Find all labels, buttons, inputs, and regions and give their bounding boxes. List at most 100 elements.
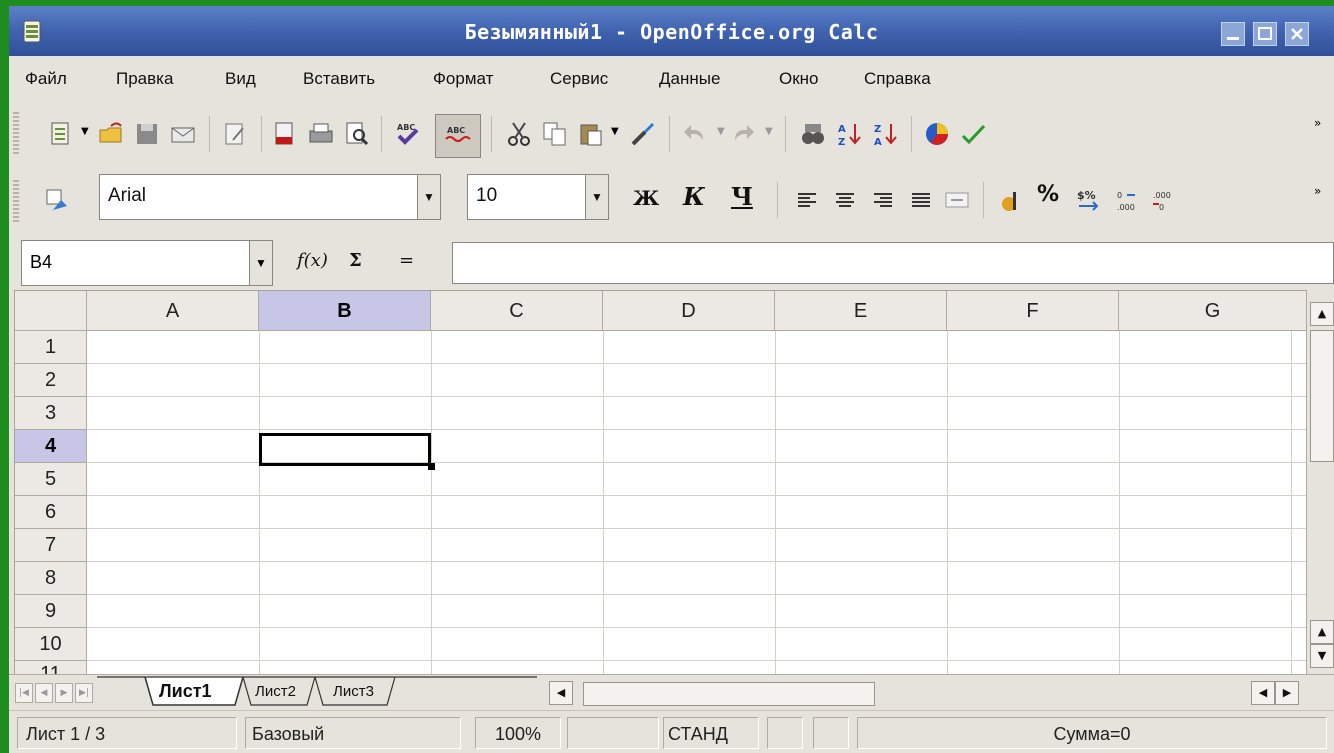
sum-button[interactable]: Σ: [349, 250, 362, 271]
menu-edit[interactable]: Правка: [116, 69, 173, 89]
save-icon[interactable]: [133, 120, 161, 148]
navigator-icon[interactable]: [799, 120, 827, 148]
row-header-5[interactable]: 5: [15, 463, 87, 496]
menu-tools[interactable]: Сервис: [550, 69, 608, 89]
underline-button[interactable]: Ч: [731, 182, 753, 211]
chart-icon[interactable]: [923, 120, 951, 148]
close-button[interactable]: [1285, 22, 1309, 46]
chevron-down-icon[interactable]: ▼: [249, 241, 272, 285]
row-header-7[interactable]: 7: [15, 529, 87, 562]
maximize-button[interactable]: [1253, 22, 1277, 46]
standard-format-icon[interactable]: $%: [1075, 186, 1103, 214]
status-zoom[interactable]: 100%: [475, 717, 561, 749]
row-header-10[interactable]: 10: [15, 628, 87, 661]
paste-icon[interactable]: [577, 120, 605, 148]
currency-format-icon[interactable]: [997, 186, 1025, 214]
merge-cells-icon[interactable]: [943, 186, 971, 214]
fill-handle[interactable]: [428, 463, 435, 470]
select-all-corner[interactable]: [15, 291, 87, 331]
spellcheck-icon[interactable]: ABC: [393, 120, 421, 148]
scroll-left-button[interactable]: ◀: [1251, 681, 1275, 705]
chevron-down-icon[interactable]: ▼: [585, 175, 608, 219]
toolbar-grip[interactable]: [13, 112, 19, 156]
row-header-11[interactable]: 11: [15, 661, 87, 675]
more-options-icon[interactable]: »: [1314, 184, 1321, 198]
menu-window[interactable]: Окно: [779, 69, 819, 89]
spreadsheet-grid[interactable]: A B C D E F G 1 2 3 4 5 6 7 8 9 10 11: [14, 290, 1307, 675]
menu-view[interactable]: Вид: [225, 69, 256, 89]
column-header-g[interactable]: G: [1119, 291, 1307, 331]
align-right-icon[interactable]: [869, 186, 897, 214]
next-sheet-button[interactable]: ▶: [55, 683, 73, 703]
first-sheet-button[interactable]: |◀: [15, 683, 33, 703]
edit-file-icon[interactable]: [221, 120, 249, 148]
redo-icon[interactable]: [729, 120, 757, 148]
autospellcheck-toggle[interactable]: ABC: [435, 114, 481, 158]
styles-icon[interactable]: [43, 186, 71, 214]
column-header-b[interactable]: B: [259, 291, 431, 331]
scroll-right-button[interactable]: ▶: [1275, 681, 1299, 705]
formula-input[interactable]: [452, 242, 1334, 284]
last-sheet-button[interactable]: ▶|: [75, 683, 93, 703]
scroll-up-button[interactable]: ▲: [1310, 620, 1334, 644]
undo-icon[interactable]: [681, 120, 709, 148]
print-preview-icon[interactable]: [343, 120, 371, 148]
open-folder-icon[interactable]: [97, 120, 125, 148]
active-cell-b4[interactable]: [259, 433, 435, 470]
toolbar-grip[interactable]: [13, 180, 19, 222]
column-header-d[interactable]: D: [603, 291, 775, 331]
function-button[interactable]: =: [399, 250, 414, 271]
column-header-f[interactable]: F: [947, 291, 1119, 331]
vertical-scrollbar[interactable]: ▲ ▲ ▼: [1306, 290, 1334, 674]
format-paintbrush-icon[interactable]: [629, 120, 657, 148]
draw-functions-icon[interactable]: [959, 120, 987, 148]
row-header-3[interactable]: 3: [15, 397, 87, 430]
row-header-9[interactable]: 9: [15, 595, 87, 628]
horizontal-scroll-thumb[interactable]: [583, 682, 875, 706]
chevron-down-icon[interactable]: ▼: [417, 175, 440, 219]
row-header-4[interactable]: 4: [15, 430, 87, 463]
menu-file[interactable]: Файл: [25, 69, 67, 89]
sheet-tab-3[interactable]: Лист3: [333, 683, 374, 711]
sheet-tab-1[interactable]: Лист1: [159, 681, 212, 709]
email-icon[interactable]: [169, 120, 197, 148]
sort-descending-icon[interactable]: ZA: [871, 120, 899, 148]
add-decimal-icon[interactable]: 0 .000: [1113, 186, 1141, 214]
font-size-combo[interactable]: 10 ▼: [467, 174, 609, 220]
row-header-6[interactable]: 6: [15, 496, 87, 529]
menu-help[interactable]: Справка: [864, 69, 931, 89]
print-icon[interactable]: [307, 120, 335, 148]
scroll-left-button[interactable]: ◀: [549, 681, 573, 705]
column-header-c[interactable]: C: [431, 291, 603, 331]
chevron-down-icon[interactable]: ▼: [611, 126, 619, 137]
chevron-down-icon[interactable]: ▼: [717, 126, 725, 137]
bold-button[interactable]: Ж: [633, 186, 659, 210]
align-left-icon[interactable]: [793, 186, 821, 214]
menu-insert[interactable]: Вставить: [303, 69, 375, 89]
status-insert-mode[interactable]: СТАНД: [663, 717, 759, 749]
align-center-icon[interactable]: [831, 186, 859, 214]
menu-format[interactable]: Формат: [433, 69, 493, 89]
italic-button[interactable]: К: [683, 182, 705, 211]
font-name-combo[interactable]: Arial ▼: [99, 174, 441, 220]
justify-icon[interactable]: [907, 186, 935, 214]
cut-icon[interactable]: [505, 120, 533, 148]
minimize-button[interactable]: [1221, 22, 1245, 46]
sheet-tab-2[interactable]: Лист2: [255, 683, 296, 711]
scroll-down-button[interactable]: ▼: [1310, 644, 1334, 668]
export-pdf-icon[interactable]: [271, 120, 299, 148]
column-header-e[interactable]: E: [775, 291, 947, 331]
scroll-up-button[interactable]: ▲: [1310, 302, 1334, 326]
row-header-8[interactable]: 8: [15, 562, 87, 595]
name-box[interactable]: B4 ▼: [21, 240, 273, 286]
column-header-a[interactable]: A: [87, 291, 259, 331]
percent-format-button[interactable]: %: [1037, 182, 1059, 207]
more-options-icon[interactable]: »: [1314, 116, 1321, 130]
chevron-down-icon[interactable]: ▼: [81, 126, 89, 137]
row-header-2[interactable]: 2: [15, 364, 87, 397]
row-header-1[interactable]: 1: [15, 331, 87, 364]
new-document-icon[interactable]: [47, 120, 75, 148]
remove-decimal-icon[interactable]: .000 0: [1149, 186, 1177, 214]
previous-sheet-button[interactable]: ◀: [35, 683, 53, 703]
horizontal-scrollbar[interactable]: ◀ ◀ ▶: [549, 681, 1329, 706]
